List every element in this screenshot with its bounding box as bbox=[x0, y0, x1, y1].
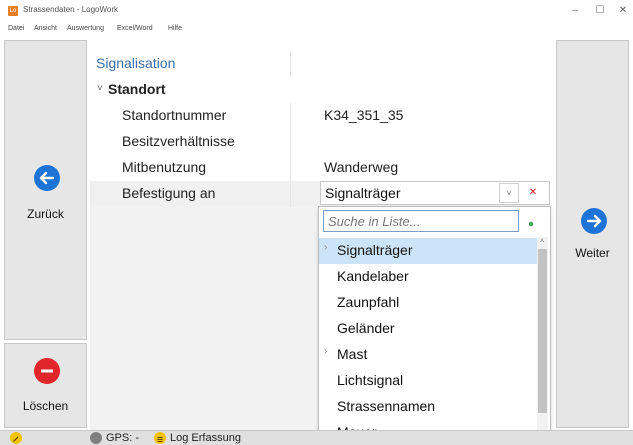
next-label: Weiter bbox=[575, 246, 610, 260]
clear-icon[interactable]: ✕ bbox=[523, 183, 543, 203]
menu-excel-word[interactable]: Excel/Word bbox=[117, 25, 153, 32]
group-title: Standort bbox=[108, 81, 166, 97]
menu-hilfe[interactable]: Hilfe bbox=[168, 25, 182, 32]
property-name: Befestigung an bbox=[122, 185, 216, 201]
section-title: Signalisation bbox=[96, 55, 176, 71]
list-item[interactable]: › Mast bbox=[319, 342, 537, 368]
pin-icon[interactable] bbox=[527, 215, 535, 227]
property-row[interactable]: Mitbenutzung Wanderweg bbox=[90, 155, 550, 181]
delete-label: Löschen bbox=[22, 399, 69, 413]
menu-ansicht[interactable]: Ansicht bbox=[34, 25, 57, 32]
menu-datei[interactable]: Datei bbox=[8, 25, 24, 32]
list-scrollbar[interactable]: ˄ ˅ bbox=[537, 237, 548, 444]
status-bar: GPS: - Log Erfassung bbox=[0, 430, 633, 445]
log-icon[interactable] bbox=[154, 432, 166, 444]
list-item[interactable]: Zaunpfahl bbox=[319, 290, 537, 316]
app-logo-icon: Lo bbox=[8, 6, 18, 16]
dropdown-list: › Signalträger Kandelaber Zaunpfahl Gelä… bbox=[318, 206, 551, 445]
group-header[interactable]: ˅ Standort bbox=[90, 77, 550, 103]
gps-status: GPS: - bbox=[106, 432, 140, 444]
property-value[interactable]: K34_351_35 bbox=[324, 107, 403, 123]
list-item[interactable]: Strassennamen bbox=[319, 394, 537, 420]
property-row[interactable]: Standortnummer K34_351_35 bbox=[90, 103, 550, 129]
property-name: Besitzverhältnisse bbox=[122, 133, 235, 149]
list-search-input[interactable] bbox=[323, 210, 519, 232]
menu-bar: Datei Ansicht Auswertung Excel/Word Hilf… bbox=[0, 22, 633, 36]
log-status[interactable]: Log Erfassung bbox=[170, 432, 241, 444]
property-row[interactable]: Besitzverhältnisse bbox=[90, 129, 550, 155]
chevron-down-icon[interactable]: ˅ bbox=[499, 183, 519, 203]
menu-auswertung[interactable]: Auswertung bbox=[67, 25, 104, 32]
property-name: Standortnummer bbox=[122, 107, 227, 123]
arrow-left-icon bbox=[34, 165, 60, 191]
next-button[interactable]: Weiter bbox=[556, 40, 629, 428]
select-value: Signalträger bbox=[325, 185, 401, 201]
chevron-right-icon: › bbox=[324, 346, 328, 357]
scrollbar-thumb[interactable] bbox=[538, 249, 547, 413]
chevron-right-icon: › bbox=[324, 242, 328, 253]
arrow-right-icon bbox=[581, 208, 607, 234]
gps-icon bbox=[90, 432, 102, 444]
property-value[interactable]: Wanderweg bbox=[324, 159, 398, 175]
befestigung-select[interactable]: Signalträger ˅ ✕ bbox=[320, 181, 550, 205]
close-window-button[interactable]: ✕ bbox=[608, 2, 633, 20]
property-name: Mitbenutzung bbox=[122, 159, 207, 175]
title-bar: Lo Strassendaten - LogoWork – ☐ ✕ bbox=[0, 0, 633, 22]
back-button[interactable]: Zurück bbox=[4, 40, 87, 340]
list-item[interactable]: Geländer bbox=[319, 316, 537, 342]
list-item[interactable]: Lichtsignal bbox=[319, 368, 537, 394]
scroll-up-icon[interactable]: ˄ bbox=[540, 238, 544, 245]
edit-icon[interactable] bbox=[10, 432, 22, 444]
delete-button[interactable]: Löschen bbox=[4, 343, 87, 428]
minus-icon bbox=[34, 358, 60, 384]
back-label: Zurück bbox=[27, 207, 64, 221]
list-item[interactable]: Kandelaber bbox=[319, 264, 537, 290]
section-header: Signalisation bbox=[90, 51, 550, 77]
chevron-down-icon: ˅ bbox=[97, 83, 103, 94]
window-title: Strassendaten - LogoWork bbox=[23, 5, 119, 14]
list-item[interactable]: › Signalträger bbox=[319, 238, 537, 264]
